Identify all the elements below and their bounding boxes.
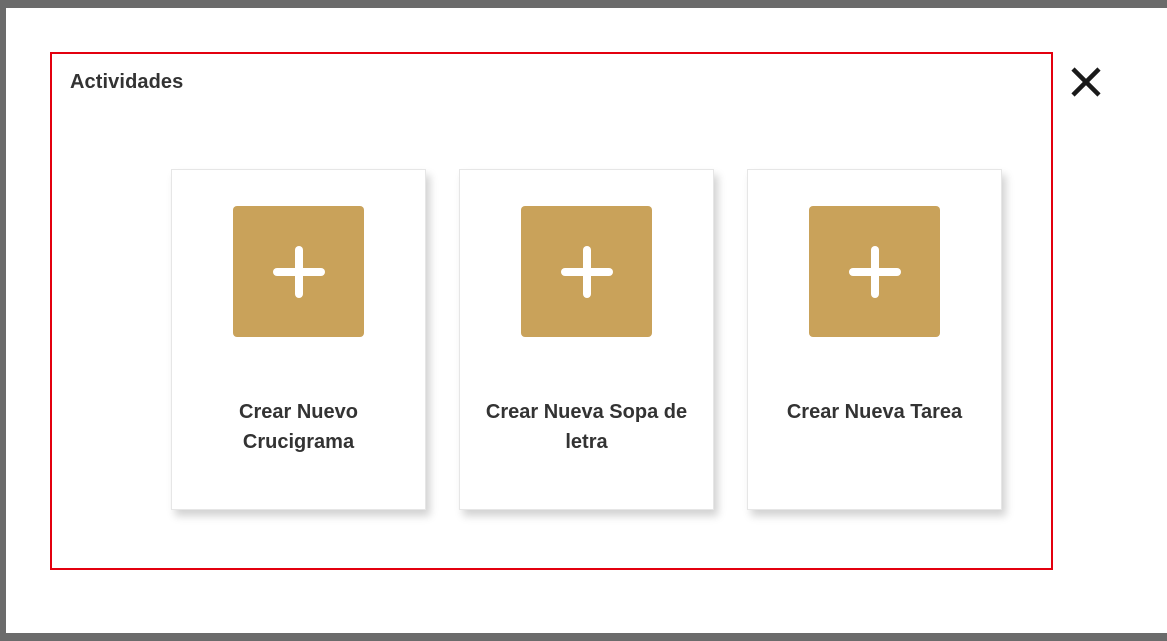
plus-icon [272,245,325,298]
close-button[interactable] [1064,60,1108,104]
add-tile[interactable] [521,206,652,337]
dialog-title: Actividades [70,71,184,93]
card-label: Crear Nueva Sopa de letra [485,401,688,453]
create-word-search-card[interactable]: Crear Nueva Sopa de letra [459,169,714,510]
create-task-card[interactable]: Crear Nueva Tarea [747,169,1002,510]
activity-cards: Crear Nuevo Crucigrama Crear Nueva Sopa … [171,169,1002,510]
plus-icon [848,245,901,298]
card-label: Crear Nueva Tarea [786,401,963,423]
card-label: Crear Nuevo Crucigrama [239,401,358,453]
add-tile[interactable] [233,206,364,337]
plus-icon [560,245,613,298]
activities-dialog: Actividades Crear Nuevo Crucigrama Crear… [6,8,1167,633]
add-tile[interactable] [809,206,940,337]
close-icon [1071,67,1101,97]
create-crossword-card[interactable]: Crear Nuevo Crucigrama [171,169,426,510]
